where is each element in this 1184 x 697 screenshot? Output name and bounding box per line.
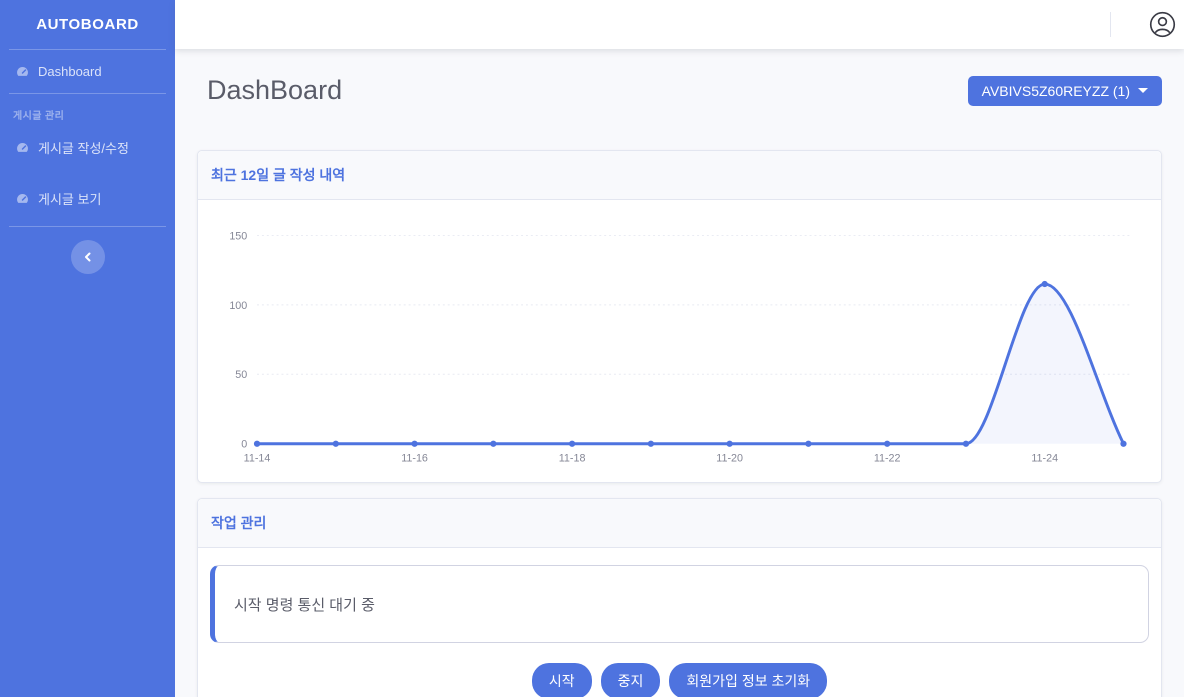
sidebar-item-post-view[interactable]: 게시글 보기	[0, 171, 175, 226]
y-tick-label: 50	[235, 369, 247, 381]
task-buttons-row: 시작 중지 회원가입 정보 초기화	[210, 663, 1149, 697]
task-management-card: 작업 관리 시작 명령 통신 대기 중 시작 중지 회원가입 정보 초기화	[197, 498, 1162, 697]
sidebar-section-heading: 게시글 관리	[0, 94, 175, 124]
x-tick-label: 11-22	[874, 452, 901, 464]
topbar	[175, 0, 1184, 49]
chart-point	[490, 441, 496, 447]
chart-area-fill	[257, 284, 1123, 444]
chevron-down-icon	[1138, 88, 1148, 93]
sidebar-item-label: 게시글 작성/수정	[38, 138, 129, 157]
recent-posts-card: 최근 12일 글 작성 내역 0 50 100 150 11-14 11-16 11-18 1…	[197, 150, 1162, 483]
chart-point	[333, 441, 339, 447]
chart-point	[727, 441, 733, 447]
chart-point	[963, 441, 969, 447]
task-status-box: 시작 명령 통신 대기 중	[210, 565, 1149, 643]
x-tick-label: 11-24	[1031, 452, 1058, 464]
chart-point	[411, 441, 417, 447]
x-tick-label: 11-18	[559, 452, 586, 464]
topbar-divider	[1110, 12, 1111, 37]
tachometer-icon	[15, 64, 30, 79]
brand-title[interactable]: AUTOBOARD	[0, 0, 175, 49]
y-tick-label: 150	[229, 230, 247, 242]
sidebar-item-dashboard[interactable]: Dashboard	[0, 50, 175, 93]
sidebar-item-label: Dashboard	[38, 64, 102, 79]
y-tick-label: 100	[229, 300, 247, 312]
board-select-label: AVBIVS5Z60REYZZ (1)	[982, 83, 1130, 99]
x-tick-label: 11-16	[401, 452, 428, 464]
sidebar-item-label: 게시글 보기	[38, 189, 101, 208]
user-menu-button[interactable]	[1149, 11, 1176, 38]
page-content: DashBoard AVBIVS5Z60REYZZ (1) 최근 12일 글 작…	[175, 49, 1184, 697]
chart-container: 0 50 100 150 11-14 11-16 11-18 11-20 11-22 11-24	[198, 200, 1161, 482]
chart-point	[1120, 441, 1126, 447]
page-heading: DashBoard AVBIVS5Z60REYZZ (1)	[197, 75, 1162, 106]
chart-point	[254, 441, 260, 447]
sidebar-collapse-button[interactable]	[71, 240, 105, 274]
board-select-dropdown-button[interactable]: AVBIVS5Z60REYZZ (1)	[968, 76, 1162, 106]
user-circle-icon	[1149, 11, 1176, 38]
start-button[interactable]: 시작	[532, 663, 592, 697]
chart-point	[805, 441, 811, 447]
recent-posts-card-title: 최근 12일 글 작성 내역	[198, 151, 1161, 200]
chart-point	[884, 441, 890, 447]
x-tick-label: 11-20	[716, 452, 743, 464]
task-card-title: 작업 관리	[198, 499, 1161, 548]
posts-line-chart: 0 50 100 150 11-14 11-16 11-18 11-20 11-22 11-24	[214, 217, 1145, 469]
tachometer-icon	[15, 140, 30, 155]
x-tick-label: 11-14	[244, 452, 271, 464]
reset-signup-info-button[interactable]: 회원가입 정보 초기화	[669, 663, 827, 697]
page-title: DashBoard	[197, 75, 342, 106]
chevron-left-icon	[83, 252, 93, 262]
y-tick-label: 0	[241, 439, 247, 451]
sidebar-toggle-wrap	[0, 240, 175, 274]
task-status-message: 시작 명령 통신 대기 중	[234, 594, 375, 615]
sidebar-item-post-write[interactable]: 게시글 작성/수정	[0, 124, 175, 171]
chart-point	[1042, 281, 1048, 287]
app-window: AUTOBOARD Dashboard 게시글 관리 게시글 작성/수정 게시글…	[0, 0, 1184, 697]
chart-point	[648, 441, 654, 447]
sidebar: AUTOBOARD Dashboard 게시글 관리 게시글 작성/수정 게시글…	[0, 0, 175, 697]
task-card-body: 시작 명령 통신 대기 중 시작 중지 회원가입 정보 초기화	[198, 548, 1161, 697]
sidebar-divider	[9, 226, 166, 227]
stop-button[interactable]: 중지	[601, 663, 661, 697]
chart-point	[569, 441, 575, 447]
tachometer-icon	[15, 191, 30, 206]
main-column: DashBoard AVBIVS5Z60REYZZ (1) 최근 12일 글 작…	[175, 0, 1184, 697]
